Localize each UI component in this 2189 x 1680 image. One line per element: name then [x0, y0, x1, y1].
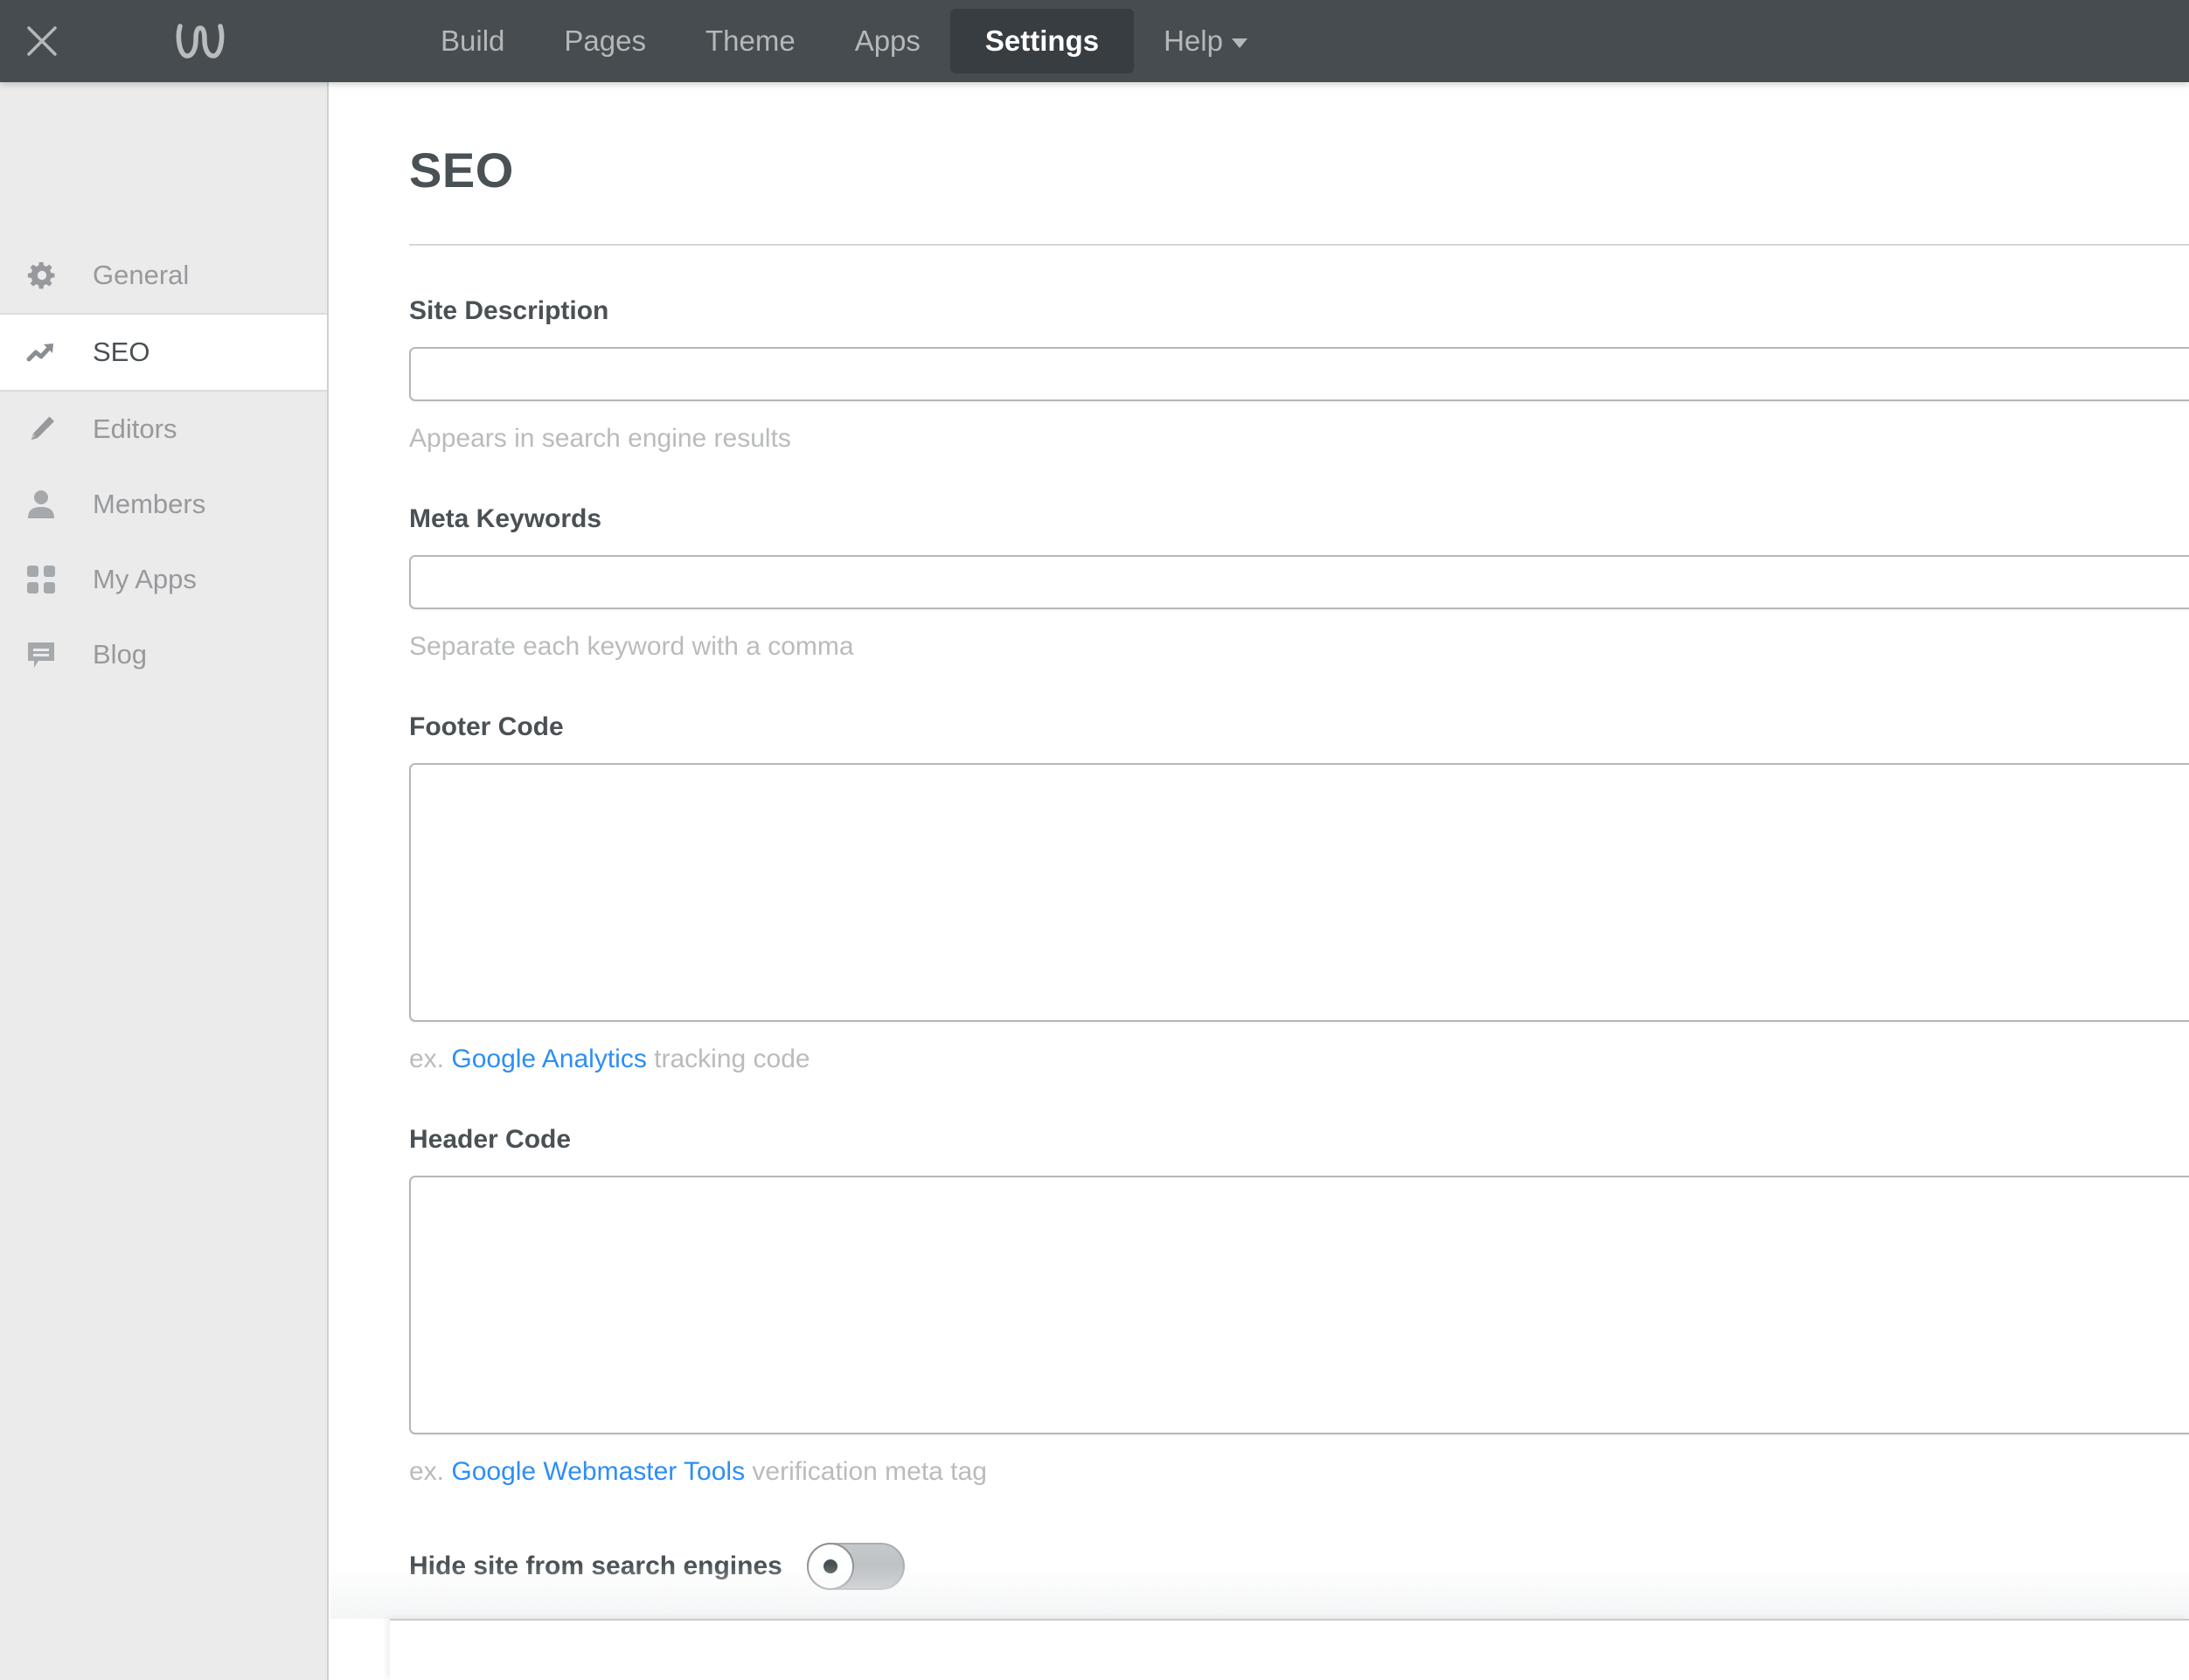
site-description-helper: Appears in search engine results: [409, 424, 2189, 454]
tab-help-label: Help: [1164, 24, 1223, 57]
weebly-logo-icon: [175, 21, 226, 61]
pencil-icon: [26, 413, 80, 445]
close-button[interactable]: [0, 0, 84, 82]
meta-keywords-helper-text: Separate each keyword with a comma: [409, 632, 854, 661]
footer-code-label: Footer Code: [409, 712, 564, 741]
gear-icon: [26, 260, 80, 291]
sidebar-item-seo[interactable]: SEO: [0, 313, 327, 392]
tab-help[interactable]: Help: [1134, 0, 1277, 82]
hide-site-row: Hide site from search engines: [409, 1543, 2189, 1590]
tab-pages[interactable]: Pages: [534, 0, 676, 82]
sidebar-top-spacer: [0, 82, 327, 238]
chat-bubble-icon: [26, 640, 80, 670]
sidebar-item-general-label: General: [93, 260, 190, 290]
chevron-down-icon: [1231, 38, 1247, 48]
sidebar-item-seo-label: SEO: [93, 337, 150, 367]
sidebar-item-blog[interactable]: Blog: [0, 617, 327, 692]
site-description-input[interactable]: [409, 347, 2189, 401]
field-footer-code: Footer Code ex. Google Analytics trackin…: [409, 712, 2189, 1074]
sidebar-item-editors[interactable]: Editors: [0, 392, 327, 467]
tab-settings[interactable]: Settings: [949, 9, 1135, 73]
google-analytics-link[interactable]: Google Analytics: [451, 1045, 646, 1073]
header-code-helper-prefix: ex.: [409, 1457, 452, 1486]
google-webmaster-tools-link[interactable]: Google Webmaster Tools: [451, 1457, 745, 1486]
site-description-label: Site Description: [409, 296, 609, 325]
field-site-description: Site Description Appears in search engin…: [409, 296, 2189, 454]
footer-code-textarea[interactable]: [409, 763, 2189, 1022]
sidebar-item-general[interactable]: General: [0, 238, 327, 313]
meta-keywords-label: Meta Keywords: [409, 504, 602, 533]
meta-keywords-helper: Separate each keyword with a comma: [409, 632, 2189, 662]
top-bar: Build Pages Theme Apps Settings Help: [0, 0, 2189, 82]
grid-icon: [26, 565, 80, 594]
sidebar-item-my-apps-label: My Apps: [93, 564, 197, 594]
settings-sidebar: General SEO Editors Members My Apps Blog: [0, 82, 329, 1680]
tab-theme[interactable]: Theme: [676, 0, 825, 82]
trend-up-icon: [26, 338, 80, 366]
sidebar-item-editors-label: Editors: [93, 413, 177, 444]
sidebar-item-blog-label: Blog: [93, 639, 148, 670]
site-description-helper-text: Appears in search engine results: [409, 424, 791, 453]
sidebar-item-members[interactable]: Members: [0, 467, 327, 542]
bottom-overlay-panel: [390, 1619, 2189, 1680]
meta-keywords-input[interactable]: [409, 555, 2189, 609]
header-code-label: Header Code: [409, 1125, 572, 1154]
hide-site-label: Hide site from search engines: [409, 1552, 782, 1580]
weebly-logo-button[interactable]: [152, 0, 248, 82]
person-icon: [26, 489, 80, 520]
toggle-knob: [806, 1543, 854, 1590]
hide-site-toggle[interactable]: [806, 1543, 905, 1590]
header-code-helper: ex. Google Webmaster Tools verification …: [409, 1457, 2189, 1487]
field-header-code: Header Code ex. Google Webmaster Tools v…: [409, 1125, 2189, 1487]
footer-code-helper-prefix: ex.: [409, 1045, 452, 1073]
top-bar-left-group: [0, 0, 248, 82]
sidebar-item-members-label: Members: [93, 489, 206, 519]
header-code-helper-suffix: verification meta tag: [745, 1457, 987, 1486]
sidebar-item-my-apps[interactable]: My Apps: [0, 542, 327, 617]
title-divider: [409, 244, 2189, 246]
toggle-knob-dot: [823, 1559, 837, 1573]
page-title: SEO: [409, 142, 514, 198]
settings-main-panel: SEO Site Description Appears in search e…: [330, 82, 2189, 1680]
footer-code-helper: ex. Google Analytics tracking code: [409, 1045, 2189, 1074]
tab-build[interactable]: Build: [411, 0, 534, 82]
top-navigation: Build Pages Theme Apps Settings Help: [411, 0, 1277, 82]
close-icon: [24, 24, 59, 59]
footer-code-helper-suffix: tracking code: [646, 1045, 810, 1073]
seo-settings-content: SEO Site Description Appears in search e…: [330, 82, 2189, 1590]
field-meta-keywords: Meta Keywords Separate each keyword with…: [409, 504, 2189, 662]
tab-apps[interactable]: Apps: [825, 0, 950, 82]
header-code-textarea[interactable]: [409, 1176, 2189, 1434]
